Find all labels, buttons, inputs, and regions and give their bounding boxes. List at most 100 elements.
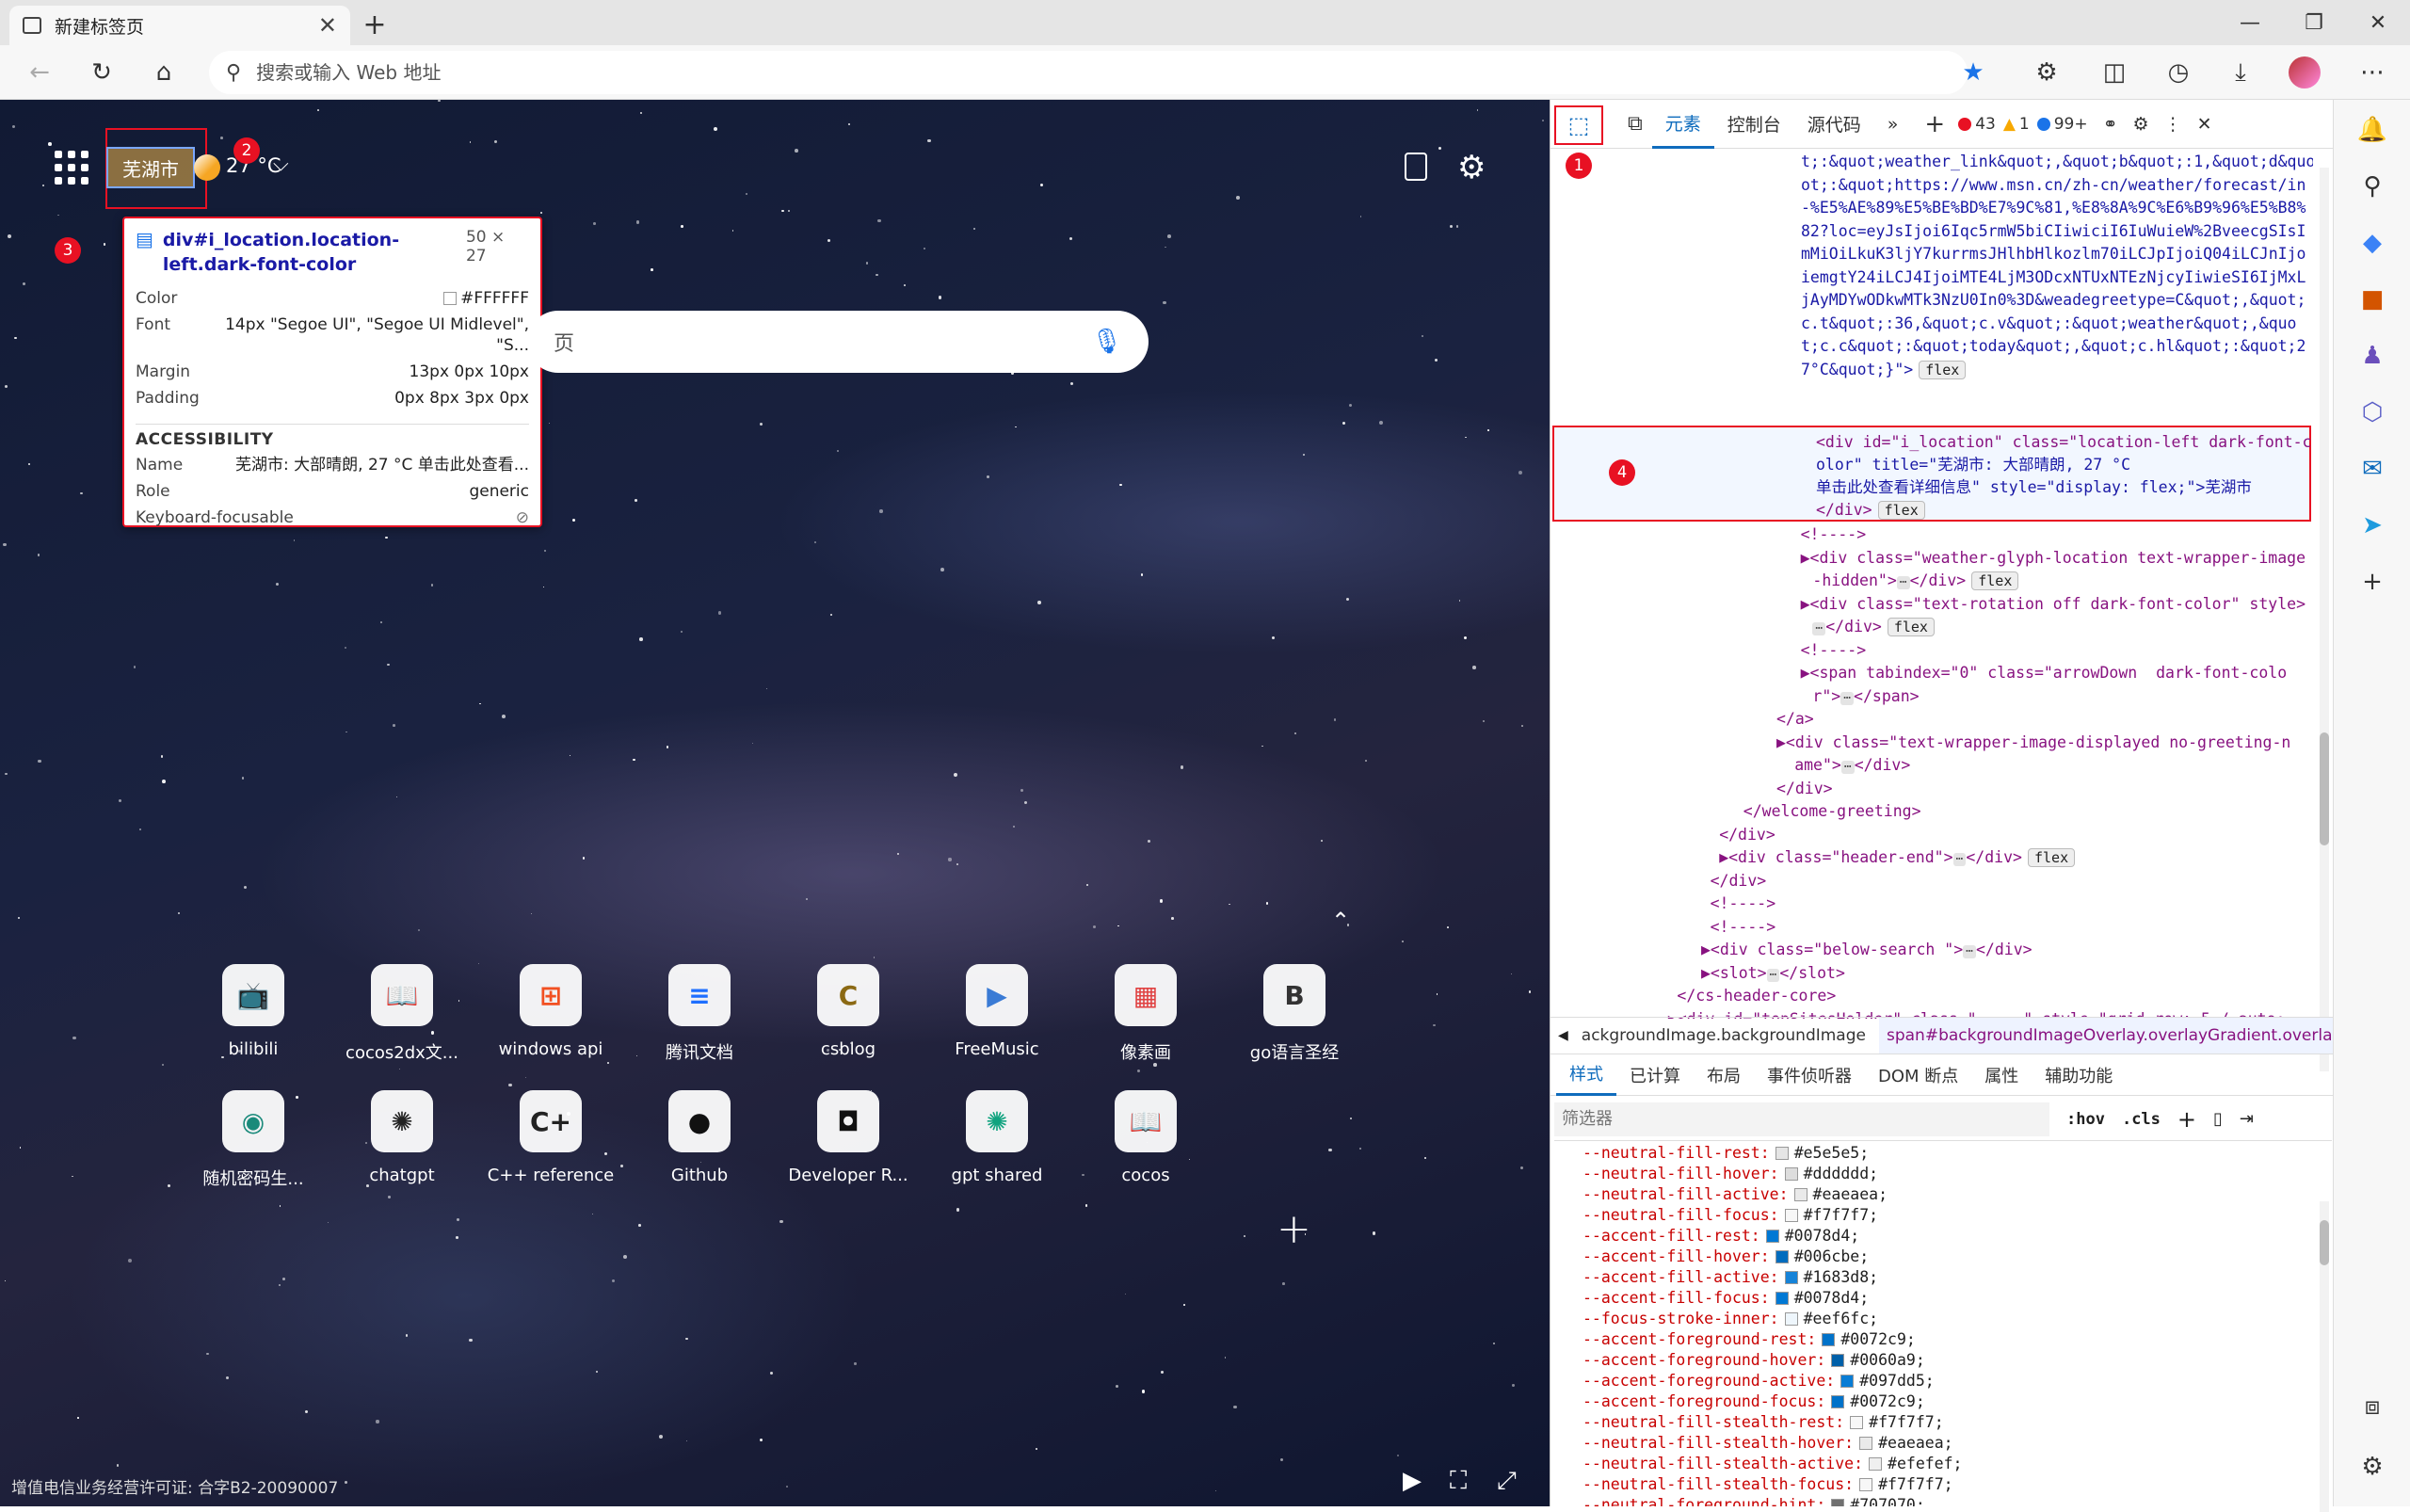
dom-line[interactable]: c.t&quot;:36,&quot;c.v&quot;:&quot;weath… bbox=[1550, 313, 2313, 336]
ellipsis-expand-icon[interactable]: ⋯ bbox=[1766, 968, 1780, 982]
dom-line[interactable]: 82?loc=eyJsIjoi6Iqc5rmW5biCIiwiciI6IuWui… bbox=[1550, 220, 2313, 244]
css-variable-row[interactable]: --neutral-fill-stealth-focus: #f7f7f7; bbox=[1583, 1474, 2317, 1495]
dom-line[interactable]: <!----> bbox=[1550, 639, 2313, 663]
tab-elements[interactable]: 元素 bbox=[1651, 100, 1714, 149]
flex-badge[interactable]: flex bbox=[1887, 618, 1935, 636]
color-swatch[interactable] bbox=[1784, 1209, 1798, 1222]
more-tabs-icon[interactable]: » bbox=[1874, 100, 1912, 149]
warning-count[interactable]: ▲ 1 bbox=[2003, 115, 2030, 134]
tab-new-tab[interactable]: 新建标签页 ✕ bbox=[9, 6, 350, 45]
color-swatch[interactable] bbox=[1775, 1292, 1789, 1305]
css-variable-row[interactable]: --neutral-foreground-hint: #707070; bbox=[1583, 1495, 2317, 1506]
top-site-tile[interactable]: ◘ Developer R... bbox=[778, 1090, 919, 1185]
top-site-tile[interactable]: ≡ 腾讯文档 bbox=[629, 964, 770, 1064]
top-site-tile[interactable]: Bgo语言圣经 bbox=[1224, 964, 1365, 1064]
new-tab-button[interactable]: + bbox=[358, 8, 392, 41]
dom-line[interactable]: -hidden"> ⋯ </div> flex bbox=[1550, 570, 2313, 593]
flex-badge[interactable]: flex bbox=[1971, 571, 2019, 590]
games-icon[interactable]: ♟ bbox=[2355, 339, 2389, 373]
close-window-button[interactable]: ✕ bbox=[2346, 0, 2410, 45]
tab-sources[interactable]: 源代码 bbox=[1794, 100, 1874, 149]
restore-button[interactable]: ❐ bbox=[2282, 0, 2346, 45]
profile-avatar[interactable] bbox=[2286, 54, 2323, 91]
css-variable-row[interactable]: --accent-foreground-hover: #0060a9; bbox=[1583, 1350, 2317, 1371]
dom-line-selected-1[interactable]: <div id="i_location" class="location-lef… bbox=[1550, 431, 2312, 455]
ellipsis-expand-icon[interactable]: ⋯ bbox=[1952, 853, 1967, 866]
color-swatch[interactable] bbox=[1831, 1395, 1845, 1408]
color-swatch[interactable] bbox=[1869, 1457, 1883, 1471]
dom-line[interactable]: iemgtY24iLCJ4IjoiMTE4LjM3ODcxNTUxNTEzNjc… bbox=[1550, 266, 2313, 290]
device-toggle-icon[interactable]: ⧉ bbox=[1618, 100, 1652, 149]
flex-badge[interactable]: flex bbox=[2027, 848, 2076, 867]
subtab-dom-breakpoints[interactable]: DOM 断点 bbox=[1865, 1054, 1971, 1096]
devtools-close-icon[interactable]: ✕ bbox=[2190, 100, 2220, 149]
top-site-tile[interactable]: ✺ gpt shared bbox=[926, 1090, 1068, 1185]
breadcrumb-left-arrow-icon[interactable]: ◀ bbox=[1558, 1028, 1568, 1043]
copilot-icon[interactable]: ⬡ bbox=[2355, 395, 2389, 429]
home-icon[interactable]: ⌂ bbox=[145, 54, 183, 91]
inspect-element-button[interactable]: ⬚ bbox=[1554, 105, 1603, 145]
dom-line[interactable]: mMiOiLkuK3ljY7kurrmsJHlhbHlkozlm70iLCJpI… bbox=[1550, 243, 2313, 266]
dom-line[interactable]: t;:&quot;weather_link&quot;,&quot;b&quot… bbox=[1550, 151, 2313, 174]
extensions-icon[interactable]: ⚙ bbox=[2028, 54, 2065, 91]
dom-line[interactable]: </welcome-greeting> bbox=[1550, 800, 2313, 824]
tools-briefcase-icon[interactable]: ■ bbox=[2355, 282, 2389, 316]
subtab-layout[interactable]: 布局 bbox=[1694, 1054, 1754, 1096]
send-icon[interactable]: ➤ bbox=[2355, 508, 2389, 542]
color-swatch[interactable] bbox=[1784, 1167, 1798, 1181]
color-swatch[interactable] bbox=[1840, 1375, 1855, 1388]
ellipsis-expand-icon[interactable]: ⋯ bbox=[1812, 622, 1826, 635]
devtools-menu-icon[interactable]: ⋮ bbox=[2157, 100, 2190, 149]
css-variable-row[interactable]: --neutral-fill-stealth-active: #efefef; bbox=[1583, 1454, 2317, 1474]
back-icon[interactable]: ← bbox=[21, 54, 58, 91]
dom-line[interactable]: ot;:&quot;https://www.msn.cn/zh-cn/weath… bbox=[1550, 174, 2313, 198]
css-variable-row[interactable]: --accent-foreground-rest: #0072c9; bbox=[1583, 1329, 2317, 1350]
weather-location[interactable]: 芜湖市 bbox=[106, 147, 195, 188]
css-variable-row[interactable]: --focus-stroke-inner: #eef6fc; bbox=[1583, 1309, 2317, 1329]
color-swatch[interactable] bbox=[1822, 1333, 1836, 1346]
top-site-tile[interactable]: 📺 bilibili bbox=[183, 964, 324, 1059]
microphone-icon[interactable]: 🎙 bbox=[1091, 328, 1122, 356]
color-swatch[interactable] bbox=[1831, 1499, 1845, 1506]
top-site-tile[interactable]: ✺ chatgpt bbox=[331, 1090, 473, 1185]
split-screen-icon[interactable]: ◫ bbox=[2096, 54, 2133, 91]
screenshot-icon[interactable]: ⧈ bbox=[2355, 1390, 2389, 1424]
top-site-tile[interactable]: Ccsblog bbox=[778, 964, 919, 1059]
dom-line[interactable]: <!----> bbox=[1550, 893, 2313, 916]
styles-scrollbar-thumb[interactable] bbox=[2320, 1220, 2329, 1265]
subtab-properties[interactable]: 属性 bbox=[1971, 1054, 2032, 1096]
dom-line[interactable]: ▶<span tabindex="0" class="arrowDown dar… bbox=[1550, 662, 2313, 685]
wallpaper-icon[interactable]: ⛶ bbox=[1450, 1467, 1467, 1496]
color-swatch[interactable] bbox=[1850, 1416, 1864, 1429]
top-site-tile[interactable]: ⊞ windows api bbox=[480, 964, 621, 1059]
top-site-tile[interactable]: ▶ FreeMusic bbox=[926, 964, 1068, 1059]
breadcrumb-item-active[interactable]: span #backgroundImageOverlay.overlayGradi… bbox=[1878, 1018, 2353, 1054]
css-variable-row[interactable]: --neutral-fill-stealth-rest: #f7f7f7; bbox=[1583, 1412, 2317, 1433]
css-variable-row[interactable]: --neutral-fill-focus: #f7f7f7; bbox=[1583, 1205, 2317, 1226]
css-variable-row[interactable]: --neutral-fill-active: #eaeaea; bbox=[1583, 1184, 2317, 1205]
color-swatch[interactable] bbox=[1784, 1271, 1798, 1284]
error-count[interactable]: 43 bbox=[1958, 115, 1996, 134]
dom-line[interactable]: ▶<div class="below-search "> ⋯ </div> bbox=[1550, 939, 2313, 962]
mobile-device-icon[interactable] bbox=[1405, 153, 1427, 181]
top-site-tile[interactable]: ● Github bbox=[629, 1090, 770, 1185]
address-bar[interactable]: ⚲ bbox=[209, 51, 1968, 94]
flex-badge[interactable]: flex bbox=[1877, 501, 1925, 520]
dom-line[interactable]: ▶<div class="text-rotation off dark-font… bbox=[1550, 593, 2313, 617]
flex-badge[interactable]: flex bbox=[1919, 360, 1967, 379]
ellipsis-expand-icon[interactable]: ⋯ bbox=[1963, 945, 1976, 958]
new-rule-icon[interactable]: + bbox=[2177, 1106, 2196, 1133]
css-variable-row[interactable]: --accent-fill-rest: #0078d4; bbox=[1583, 1226, 2317, 1247]
dom-line[interactable]: ▶<div class="header-end"> ⋯ </div> flex bbox=[1550, 846, 2313, 870]
add-tab-icon[interactable]: + bbox=[1911, 100, 1958, 149]
chevron-up-icon[interactable]: ⌃ bbox=[1331, 908, 1350, 934]
color-swatch[interactable] bbox=[1859, 1478, 1873, 1491]
top-site-tile[interactable]: C+ C++ reference bbox=[480, 1090, 621, 1185]
css-variable-row[interactable]: --accent-foreground-active: #097dd5; bbox=[1583, 1371, 2317, 1391]
color-swatch[interactable] bbox=[1775, 1250, 1789, 1263]
css-variable-row[interactable]: --accent-fill-active: #1683d8; bbox=[1583, 1267, 2317, 1288]
css-variable-row[interactable]: --neutral-fill-stealth-hover: #eaeaea; bbox=[1583, 1433, 2317, 1454]
element-state-icon[interactable]: ▯ bbox=[2213, 1109, 2223, 1129]
dom-line[interactable]: jAyMDYwODkwMTk3NzU0In0%3D&weadegreetype=… bbox=[1550, 289, 2313, 313]
cls-toggle[interactable]: .cls bbox=[2122, 1110, 2161, 1129]
